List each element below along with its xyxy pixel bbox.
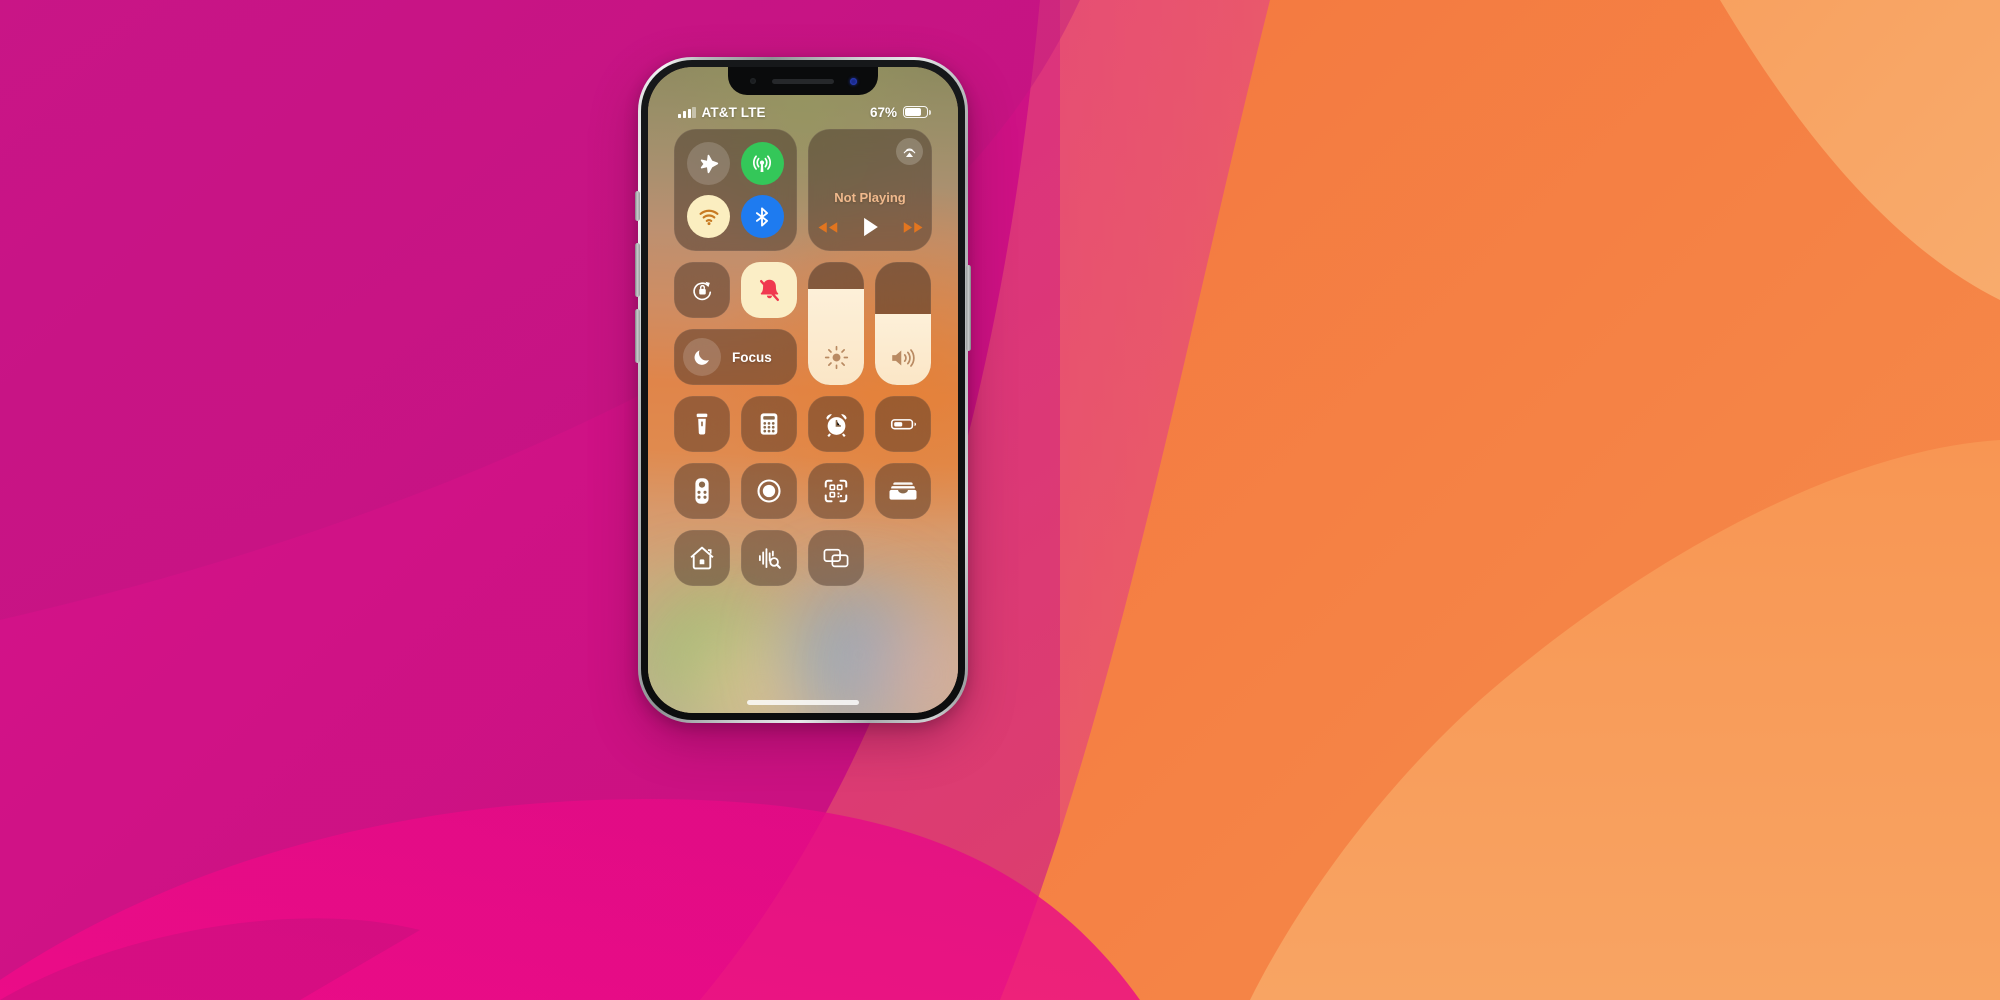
power-button[interactable]: [966, 265, 971, 351]
fast-forward-icon: [903, 221, 922, 233]
signal-strength-icon: [678, 106, 696, 118]
bell-slash-icon: [759, 279, 779, 301]
proximity-sensor-icon: [749, 78, 756, 84]
moon-icon: [694, 350, 709, 365]
silent-mode-toggle[interactable]: [741, 262, 797, 318]
screen-mirroring-tile[interactable]: [808, 530, 864, 586]
play-icon: [863, 217, 878, 237]
low-power-mode-tile[interactable]: [875, 396, 931, 452]
brightness-icon-wrap: [808, 344, 864, 371]
apple-tv-remote-tile[interactable]: [674, 463, 730, 519]
airplay-button[interactable]: [896, 138, 923, 165]
tv-remote-icon: [695, 478, 709, 504]
airplane-mode-toggle[interactable]: [687, 142, 731, 185]
airplane-icon: [700, 154, 718, 173]
flashlight-icon: [696, 413, 708, 435]
carrier-label: AT&T LTE: [701, 104, 766, 120]
control-center: Not Playing Focus: [648, 129, 958, 713]
volume-slider[interactable]: [875, 262, 931, 385]
connectivity-module: [674, 129, 797, 251]
rotation-lock-icon: [692, 281, 711, 300]
cellular-data-toggle[interactable]: [740, 142, 784, 185]
earpiece-speaker-icon: [771, 78, 834, 84]
music-recognition-tile[interactable]: [741, 530, 797, 586]
code-scanner-tile[interactable]: [808, 463, 864, 519]
control-center-row-2: Focus: [674, 262, 932, 385]
bluetooth-toggle[interactable]: [740, 195, 784, 238]
rewind-button[interactable]: [816, 220, 839, 235]
flashlight-tile[interactable]: [674, 396, 730, 452]
phone-screen: AT&T LTE 67% Not Playing Focus: [648, 67, 958, 713]
rewind-icon: [818, 221, 837, 233]
screen-mirroring-icon: [823, 548, 849, 568]
volume-icon: [892, 349, 915, 367]
status-bar: AT&T LTE 67%: [648, 101, 958, 123]
brightness-icon: [824, 345, 848, 370]
left-controls-stack: Focus: [674, 262, 797, 385]
control-center-row-1: Not Playing: [674, 129, 932, 251]
timer-tile[interactable]: [808, 396, 864, 452]
media-controls: [816, 216, 925, 238]
screen-record-icon: [757, 479, 781, 503]
volume-up-button[interactable]: [635, 243, 640, 297]
screen-record-tile[interactable]: [741, 463, 797, 519]
bluetooth-icon: [756, 206, 769, 227]
focus-label: Focus: [732, 349, 772, 365]
focus-button[interactable]: Focus: [674, 329, 797, 385]
airplay-icon: [903, 148, 916, 158]
volume-down-button[interactable]: [635, 309, 640, 363]
wifi-toggle[interactable]: [687, 195, 731, 238]
brightness-slider[interactable]: [808, 262, 864, 385]
shazam-waveform-icon: [758, 548, 781, 569]
qr-scanner-icon: [824, 479, 848, 503]
battery-icon: [890, 419, 917, 430]
notch: [728, 67, 878, 95]
sliders-group: [808, 262, 931, 385]
rotation-lock-toggle[interactable]: [674, 262, 730, 318]
alarm-clock-icon: [825, 413, 847, 437]
battery-icon: [903, 105, 931, 119]
play-button[interactable]: [861, 216, 880, 238]
iphone-device: AT&T LTE 67% Not Playing Focus: [635, 57, 971, 723]
background-waves: [0, 0, 2000, 1000]
volume-icon-wrap: [875, 345, 931, 371]
mute-switch[interactable]: [635, 191, 640, 221]
home-tile[interactable]: [674, 530, 730, 586]
wallet-tile[interactable]: [875, 463, 931, 519]
wifi-icon: [699, 209, 719, 225]
fast-forward-button[interactable]: [902, 220, 925, 235]
cellular-icon: [753, 154, 772, 172]
focus-icon-circle: [683, 338, 721, 376]
home-icon: [690, 546, 714, 570]
background: [0, 0, 2000, 1000]
home-indicator[interactable]: [747, 700, 859, 705]
now-playing-module: Not Playing: [808, 129, 932, 251]
calculator-tile[interactable]: [741, 396, 797, 452]
now-playing-title: Not Playing: [834, 190, 906, 205]
calculator-icon: [760, 413, 778, 435]
front-camera-icon: [849, 77, 857, 85]
utility-grid: [674, 396, 932, 586]
wallet-icon: [889, 482, 917, 500]
battery-percent-label: 67%: [869, 104, 897, 120]
